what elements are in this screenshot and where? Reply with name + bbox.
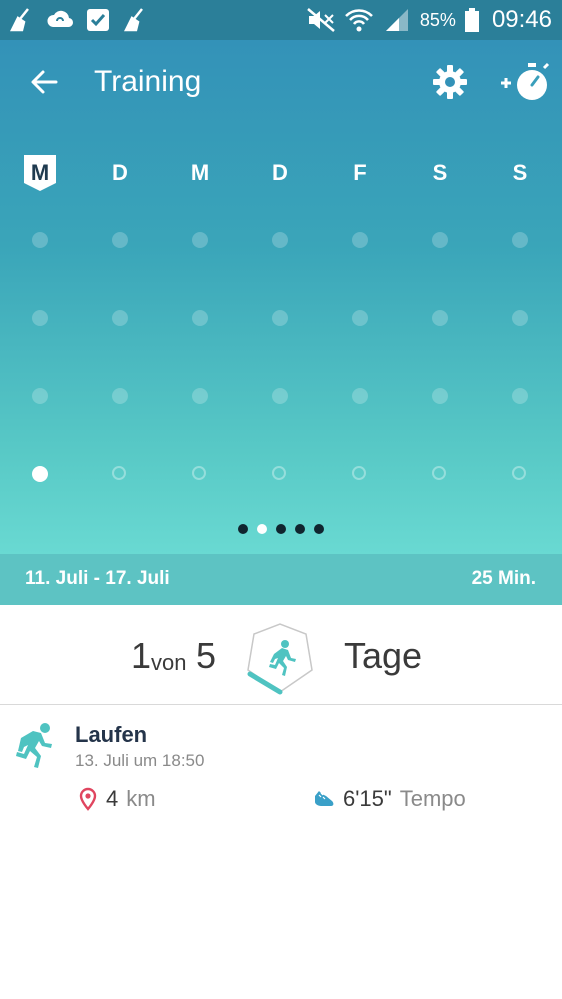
- add-timer-icon: [501, 62, 550, 100]
- day-dot: [112, 310, 128, 326]
- page-indicator: [0, 524, 562, 534]
- date-range: 11. Juli - 17. Juli: [25, 568, 170, 589]
- day-dot: [32, 466, 48, 482]
- day-dot: [192, 466, 206, 480]
- day-dot: [192, 232, 208, 248]
- activity-time: 13. Juli um 18:50: [75, 751, 205, 770]
- page-title: Training: [94, 65, 202, 98]
- distance-unit: km: [126, 786, 156, 811]
- check-box-icon: [87, 9, 109, 31]
- goal-count: 5: [196, 635, 217, 676]
- date-range-bar: 11. Juli - 17. Juli 25 Min.: [0, 554, 562, 605]
- day-dot: [352, 232, 368, 248]
- gear-icon: [433, 65, 467, 99]
- day-dot: [432, 232, 448, 248]
- activity-title: Laufen: [75, 722, 148, 747]
- day-dot: [272, 232, 288, 248]
- day-dot: [32, 388, 48, 404]
- battery-percent: 85%: [419, 9, 456, 30]
- running-icon: [16, 723, 52, 768]
- day-dot: [432, 310, 448, 326]
- total-duration: 25 Min.: [471, 568, 536, 589]
- clock: 09:46: [491, 6, 552, 33]
- day-dot: [512, 466, 526, 480]
- day-dot: [32, 310, 48, 326]
- day-dot: [192, 310, 208, 326]
- weekday-2[interactable]: M: [180, 155, 220, 195]
- day-dot: [352, 466, 366, 480]
- shoe-icon: [315, 791, 334, 806]
- day-dot: [112, 466, 126, 480]
- weekday-4[interactable]: F: [340, 155, 380, 195]
- day-dot: [432, 466, 446, 480]
- page-dot[interactable]: [314, 524, 324, 534]
- weekday-0[interactable]: M: [20, 155, 60, 195]
- day-dot: [512, 310, 528, 326]
- mute-icon: [307, 8, 335, 32]
- weekday-3[interactable]: D: [260, 155, 300, 195]
- location-pin-icon: [79, 787, 97, 811]
- weekday-6[interactable]: S: [500, 155, 540, 195]
- pace-unit: Tempo: [399, 786, 466, 811]
- broom-icon: [123, 8, 143, 32]
- activity-item[interactable]: Laufen 13. Juli um 18:50 4 km 6'15" Temp…: [0, 706, 562, 831]
- von-label: von: [151, 650, 187, 675]
- day-dot: [432, 388, 448, 404]
- back-button[interactable]: [26, 64, 62, 100]
- status-bar: 85% 09:46: [0, 0, 562, 40]
- wifi-icon: [345, 9, 373, 32]
- day-dot: [352, 310, 368, 326]
- page-dot[interactable]: [238, 524, 248, 534]
- day-dot: [32, 232, 48, 248]
- day-dot: [512, 232, 528, 248]
- completed-count: 1: [131, 635, 152, 676]
- day-dot: [272, 388, 288, 404]
- day-dot: [112, 232, 128, 248]
- activity-distance: 4 km: [78, 786, 156, 812]
- weekday-5[interactable]: S: [420, 155, 460, 195]
- battery-icon: [464, 8, 479, 32]
- day-dot: [512, 388, 528, 404]
- day-dot: [272, 310, 288, 326]
- pace-value: 6'15": [343, 786, 392, 811]
- activity-pace: 6'15" Tempo: [313, 786, 466, 812]
- day-dot: [112, 388, 128, 404]
- weekday-1[interactable]: D: [100, 155, 140, 195]
- add-timer-button[interactable]: [498, 56, 552, 106]
- settings-button[interactable]: [430, 62, 470, 102]
- days-label: Tage: [344, 635, 423, 676]
- goal-summary: 1 von 5 Tage: [0, 605, 562, 705]
- page-dot[interactable]: [257, 524, 267, 534]
- back-arrow-icon: [31, 70, 58, 94]
- day-dot: [272, 466, 286, 480]
- broom-icon: [9, 8, 29, 32]
- day-dot: [352, 388, 368, 404]
- week-overview: Training M D M D F S S: [0, 40, 562, 554]
- distance-value: 4: [106, 786, 119, 811]
- page-dot[interactable]: [276, 524, 286, 534]
- cloud-sync-icon: [47, 10, 74, 28]
- page-dot[interactable]: [295, 524, 305, 534]
- app-bar: Training: [0, 40, 562, 126]
- day-dot: [192, 388, 208, 404]
- running-badge-icon: [247, 623, 313, 695]
- signal-icon: [385, 9, 408, 31]
